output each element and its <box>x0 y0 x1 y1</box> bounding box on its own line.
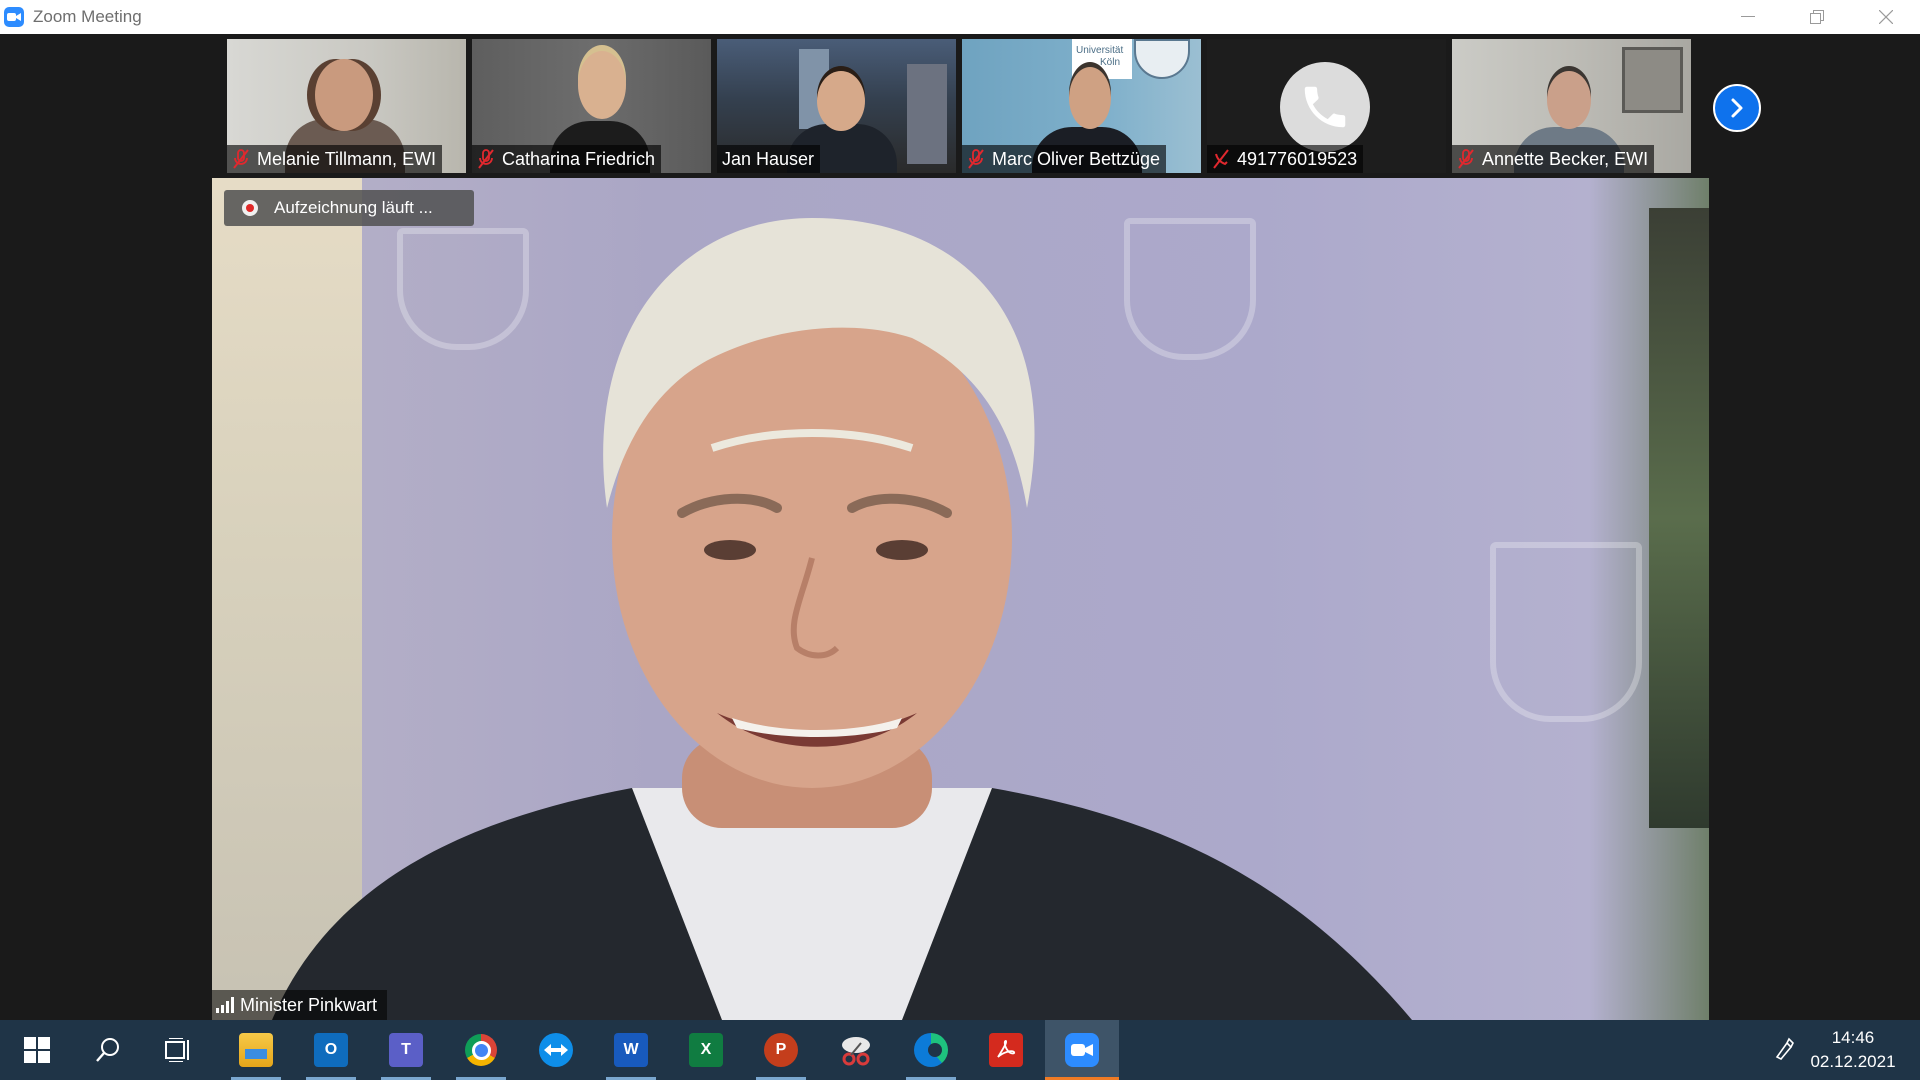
participant-tile-melanie-tillmann[interactable]: Melanie Tillmann, EWI <box>227 39 466 173</box>
folder-icon <box>239 1033 273 1067</box>
acrobat-icon <box>989 1033 1023 1067</box>
chevron-right-icon <box>1731 98 1743 118</box>
signal-strength-icon <box>216 997 234 1013</box>
participant-tile-catharina-friedrich[interactable]: Catharina Friedrich <box>472 39 711 173</box>
outlook-icon: O <box>314 1033 348 1067</box>
taskbar-edge[interactable] <box>894 1020 968 1080</box>
zoom-icon <box>1065 1033 1099 1067</box>
participant-tile-marc-oliver-bettzuege[interactable]: Universität Köln Marc Oliver Bettzüge <box>962 39 1201 173</box>
muted-mic-icon <box>1458 149 1474 169</box>
muted-mic-icon <box>968 149 984 169</box>
clock-date: 02.12.2021 <box>1810 1052 1896 1071</box>
muted-phone-icon <box>1213 149 1229 169</box>
minimize-button[interactable] <box>1713 0 1782 34</box>
participant-tile-jan-hauser[interactable]: Jan Hauser <box>717 39 956 173</box>
restore-button[interactable] <box>1782 0 1851 34</box>
phone-icon <box>1280 62 1370 152</box>
task-view-icon <box>165 1038 189 1062</box>
participant-name: Jan Hauser <box>722 148 815 169</box>
edge-icon <box>914 1033 948 1067</box>
next-page-button[interactable] <box>1713 84 1761 132</box>
speaker-name: Minister Pinkwart <box>240 994 378 1015</box>
search-icon <box>96 1038 119 1062</box>
universitaet-sign-text: Universität <box>1076 45 1124 56</box>
speaker-figure <box>272 218 1412 1020</box>
taskbar-teams[interactable]: T <box>369 1020 443 1080</box>
active-speaker-video[interactable]: Aufzeichnung läuft ... Minister Pinkwart <box>212 178 1709 1020</box>
word-icon: W <box>614 1033 648 1067</box>
close-button[interactable] <box>1851 0 1920 34</box>
zoom-logo-icon <box>4 7 24 27</box>
taskbar-outlook[interactable]: O <box>294 1020 368 1080</box>
taskbar-zoom[interactable] <box>1045 1020 1119 1080</box>
teams-icon: T <box>389 1033 423 1067</box>
participant-name: 491776019523 <box>1237 148 1358 169</box>
taskbar-powerpoint[interactable]: P <box>744 1020 818 1080</box>
participant-name: Catharina Friedrich <box>502 148 656 169</box>
record-icon <box>242 200 258 216</box>
start-button[interactable] <box>0 1020 74 1080</box>
muted-mic-icon <box>478 149 494 169</box>
participant-tile-annette-becker[interactable]: Annette Becker, EWI <box>1452 39 1691 173</box>
taskbar-file-explorer[interactable] <box>219 1020 293 1080</box>
clock-time: 14:46 <box>1831 1028 1875 1047</box>
task-view-button[interactable] <box>142 1020 216 1080</box>
taskbar-snipping-tool[interactable] <box>819 1020 893 1080</box>
taskbar-acrobat[interactable] <box>969 1020 1043 1080</box>
window-title: Zoom Meeting <box>33 7 142 26</box>
taskbar-chrome[interactable] <box>444 1020 518 1080</box>
speaker-name-label: Minister Pinkwart <box>212 990 388 1020</box>
participant-tile-phone[interactable]: 491776019523 <box>1207 39 1446 173</box>
title-bar: Zoom Meeting <box>0 0 1920 34</box>
recording-indicator[interactable]: Aufzeichnung läuft ... <box>224 190 474 226</box>
search-button[interactable] <box>71 1020 145 1080</box>
participant-name: Melanie Tillmann, EWI <box>257 148 437 169</box>
taskbar-teamviewer[interactable] <box>519 1020 593 1080</box>
taskbar-word[interactable]: W <box>594 1020 668 1080</box>
teamviewer-icon <box>539 1033 573 1067</box>
recording-label: Aufzeichnung läuft ... <box>274 198 433 217</box>
muted-mic-icon <box>233 149 249 169</box>
participant-name: Annette Becker, EWI <box>1482 148 1649 169</box>
chrome-icon <box>465 1034 497 1066</box>
participant-name: Marc Oliver Bettzüge <box>992 148 1161 169</box>
excel-icon: X <box>689 1033 723 1067</box>
koeln-sign-text: Köln <box>1100 57 1121 68</box>
windows-icon <box>24 1037 50 1063</box>
snipping-tool-icon <box>842 1037 870 1066</box>
powerpoint-icon: P <box>764 1033 798 1067</box>
gallery-strip: Melanie Tillmann, EWI Catharina Friedric… <box>0 34 1920 178</box>
taskbar-excel[interactable]: X <box>669 1020 743 1080</box>
windows-taskbar: O T W X P 14:46 02.12.2021 <box>0 1020 1920 1080</box>
pen-icon[interactable] <box>1773 1037 1797 1066</box>
system-clock[interactable]: 14:46 02.12.2021 <box>1798 1026 1908 1074</box>
